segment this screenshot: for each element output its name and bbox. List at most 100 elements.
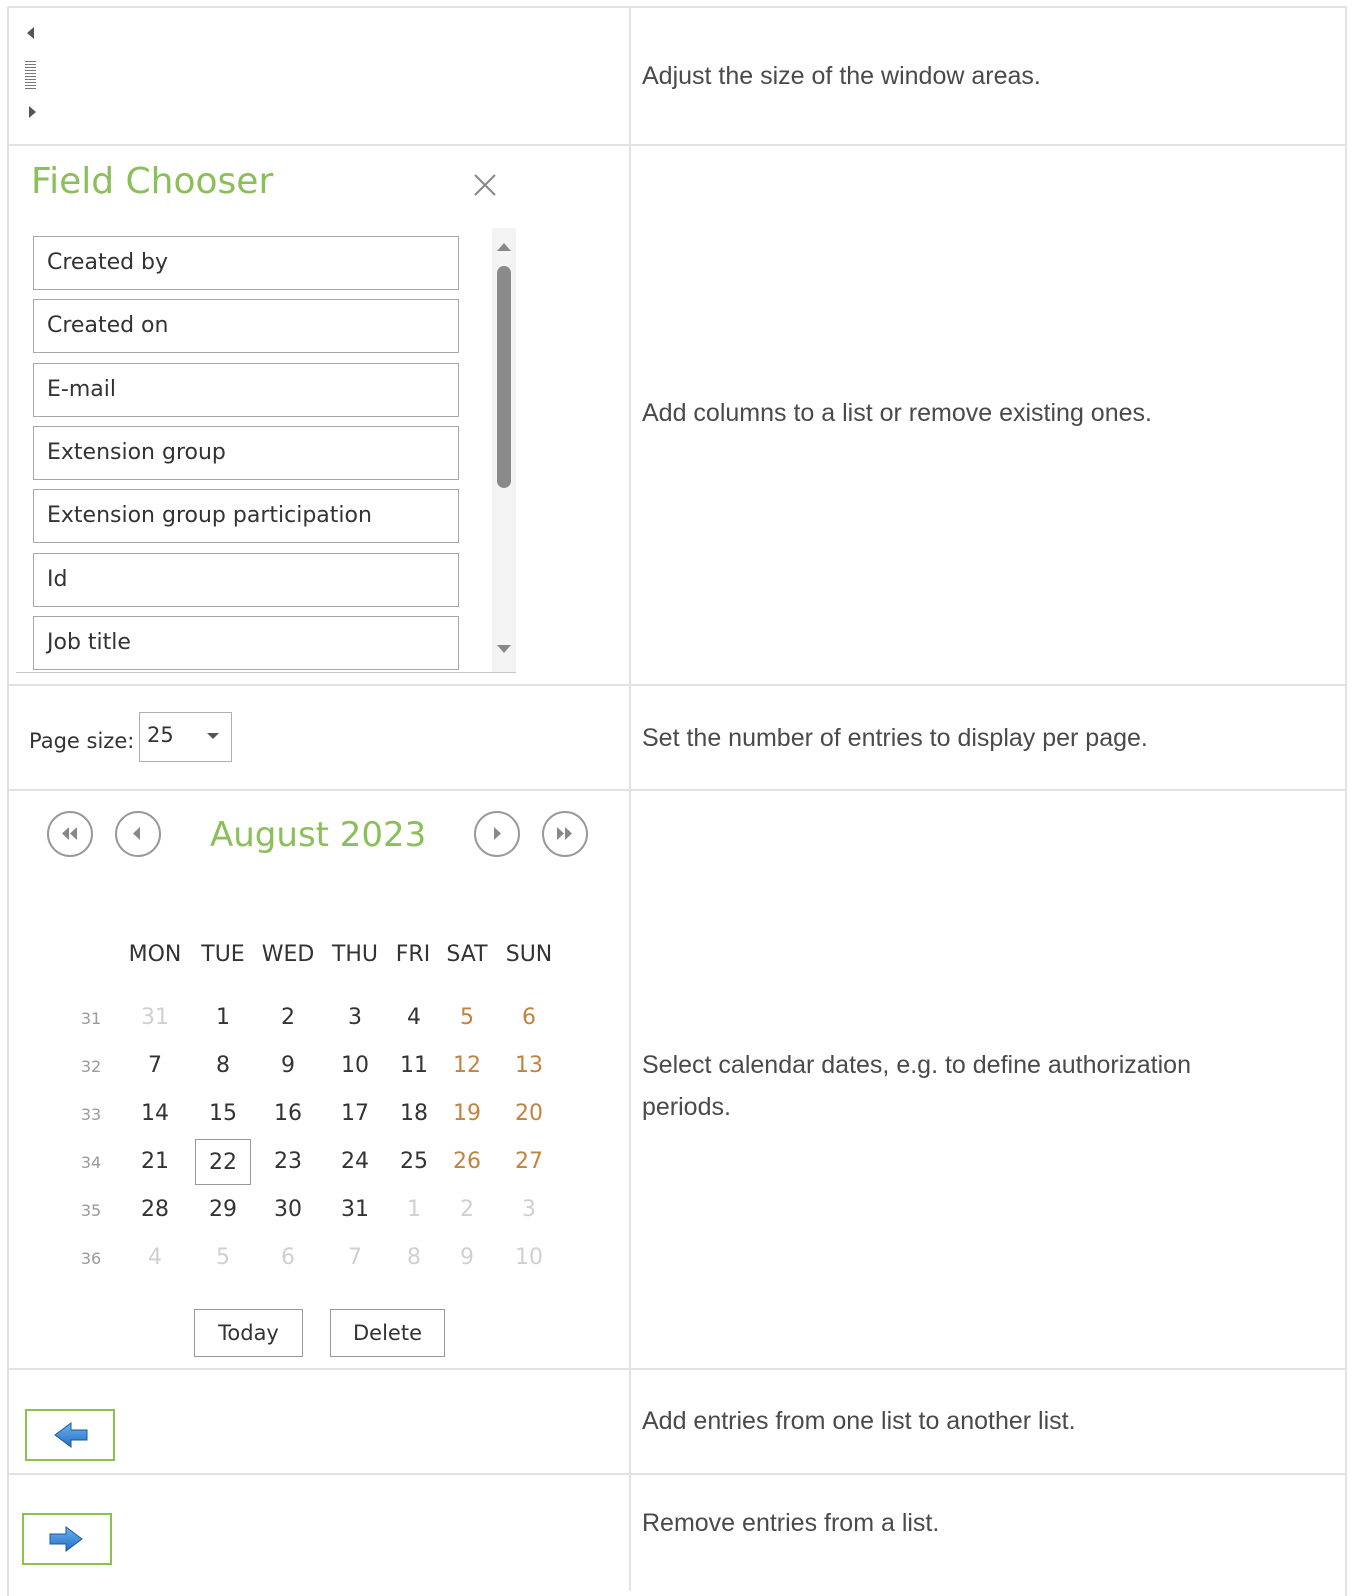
calendar-day[interactable]: 31	[127, 995, 183, 1041]
calendar-day[interactable]: 9	[260, 1043, 316, 1089]
calendar-day[interactable]: 5	[195, 1235, 251, 1281]
scroll-down-icon[interactable]	[497, 645, 511, 653]
list-item[interactable]: Created by	[33, 236, 459, 290]
calendar-day[interactable]: 24	[327, 1139, 383, 1185]
calendar-day[interactable]: 11	[386, 1043, 442, 1089]
calendar-day[interactable]: 13	[501, 1043, 557, 1089]
calendar-day[interactable]: 14	[127, 1091, 183, 1137]
weekday-header: TUE	[201, 942, 245, 967]
calendar-day[interactable]: 26	[439, 1139, 495, 1185]
scrollbar-thumb[interactable]	[497, 266, 511, 488]
page-size-value: 25	[147, 723, 174, 747]
page-size-select[interactable]: 25	[139, 712, 232, 762]
list-item[interactable]: Extension group participation	[33, 489, 459, 543]
calendar-day[interactable]: 7	[127, 1043, 183, 1089]
row-description: Add columns to a list or remove existing…	[642, 399, 1152, 427]
row-description: Set the number of entries to display per…	[642, 724, 1148, 752]
calendar-day[interactable]: 16	[260, 1091, 316, 1137]
calendar-day[interactable]: 2	[260, 995, 316, 1041]
double-chevron-right-icon[interactable]	[542, 811, 588, 857]
description-cell: Adjust the size of the window areas.	[631, 8, 1347, 144]
row-description: Adjust the size of the window areas.	[642, 62, 1041, 90]
list-item[interactable]: Id	[33, 553, 459, 607]
list-item[interactable]: Extension group	[33, 426, 459, 480]
calendar-day[interactable]: 7	[327, 1235, 383, 1281]
row-description: Add entries from one list to another lis…	[642, 1407, 1076, 1435]
weekday-header: SUN	[505, 942, 553, 967]
add-entries-button[interactable]	[25, 1409, 115, 1461]
field-chooser-list[interactable]: Created by Created on E-mail Extension g…	[16, 228, 516, 673]
week-number: 31	[80, 1009, 102, 1028]
calendar-day[interactable]: 5	[439, 995, 495, 1041]
scrollbar[interactable]	[492, 228, 516, 672]
calendar-day[interactable]: 4	[127, 1235, 183, 1281]
calendar-day[interactable]: 25	[386, 1139, 442, 1185]
list-item[interactable]: E-mail	[33, 363, 459, 417]
calendar-day[interactable]: 15	[195, 1091, 251, 1137]
close-icon[interactable]	[472, 172, 498, 198]
description-cell: Add columns to a list or remove existing…	[631, 146, 1347, 684]
calendar-day[interactable]: 17	[327, 1091, 383, 1137]
list-item[interactable]: Created on	[33, 299, 459, 353]
weekday-header: MON	[128, 942, 182, 967]
week-number: 36	[80, 1249, 102, 1268]
chevron-down-icon	[207, 733, 219, 739]
calendar-day[interactable]: 1	[195, 995, 251, 1041]
row-description: Remove entries from a list.	[642, 1509, 940, 1537]
weekday-header: SAT	[446, 942, 488, 967]
caret-left-icon[interactable]	[27, 27, 34, 39]
remove-entries-button[interactable]	[22, 1513, 112, 1565]
calendar-day[interactable]: 22	[195, 1139, 251, 1185]
table-row: Remove entries from a list.	[7, 1475, 1347, 1591]
calendar-day[interactable]: 30	[260, 1187, 316, 1233]
delete-button[interactable]: Delete	[330, 1309, 445, 1357]
chevron-right-icon[interactable]	[474, 811, 520, 857]
calendar-day[interactable]: 28	[127, 1187, 183, 1233]
calendar-day[interactable]: 2	[439, 1187, 495, 1233]
calendar-day[interactable]: 18	[386, 1091, 442, 1137]
calendar-day[interactable]: 10	[501, 1235, 557, 1281]
calendar-month-title: August 2023	[210, 815, 427, 855]
calendar-day[interactable]: 12	[439, 1043, 495, 1089]
calendar-day[interactable]: 6	[260, 1235, 316, 1281]
calendar-day[interactable]: 9	[439, 1235, 495, 1281]
description-cell: Set the number of entries to display per…	[631, 686, 1347, 789]
grip-lines-icon[interactable]	[25, 61, 36, 89]
description-cell: Add entries from one list to another lis…	[631, 1370, 1347, 1473]
calendar-day[interactable]: 19	[439, 1091, 495, 1137]
calendar-day[interactable]: 4	[386, 995, 442, 1041]
chevron-left-icon[interactable]	[115, 811, 161, 857]
list-item[interactable]: Job title	[33, 616, 459, 670]
field-chooser-title: Field Chooser	[31, 161, 274, 202]
description-cell: Select calendar dates, e.g. to define au…	[631, 791, 1347, 1368]
weekday-header: WED	[261, 942, 315, 967]
calendar-day[interactable]: 29	[195, 1187, 251, 1233]
week-number: 32	[80, 1057, 102, 1076]
table-row: Adjust the size of the window areas.	[7, 8, 1347, 146]
week-number: 34	[80, 1153, 102, 1172]
arrow-right-icon	[49, 1526, 83, 1552]
double-chevron-left-icon[interactable]	[47, 811, 93, 857]
description-cell: Remove entries from a list.	[631, 1475, 1347, 1591]
calendar-day[interactable]: 31	[327, 1187, 383, 1233]
calendar-day[interactable]: 8	[386, 1235, 442, 1281]
calendar-day[interactable]: 1	[386, 1187, 442, 1233]
calendar-day[interactable]: 3	[327, 995, 383, 1041]
week-number: 33	[80, 1105, 102, 1124]
week-number: 35	[80, 1201, 102, 1220]
calendar-day[interactable]: 6	[501, 995, 557, 1041]
today-button[interactable]: Today	[194, 1309, 303, 1357]
calendar-day[interactable]: 27	[501, 1139, 557, 1185]
row-description: Select calendar dates, e.g. to define au…	[642, 1051, 1191, 1079]
example-cell	[7, 8, 631, 144]
arrow-left-icon	[54, 1422, 88, 1448]
calendar-day[interactable]: 10	[327, 1043, 383, 1089]
calendar-day[interactable]: 8	[195, 1043, 251, 1089]
calendar-day[interactable]: 3	[501, 1187, 557, 1233]
calendar-day[interactable]: 20	[501, 1091, 557, 1137]
calendar-day[interactable]: 21	[127, 1139, 183, 1185]
calendar-day[interactable]: 23	[260, 1139, 316, 1185]
caret-right-icon[interactable]	[29, 106, 36, 118]
table-row: Add entries from one list to another lis…	[7, 1370, 1347, 1475]
scroll-up-icon[interactable]	[497, 243, 511, 251]
